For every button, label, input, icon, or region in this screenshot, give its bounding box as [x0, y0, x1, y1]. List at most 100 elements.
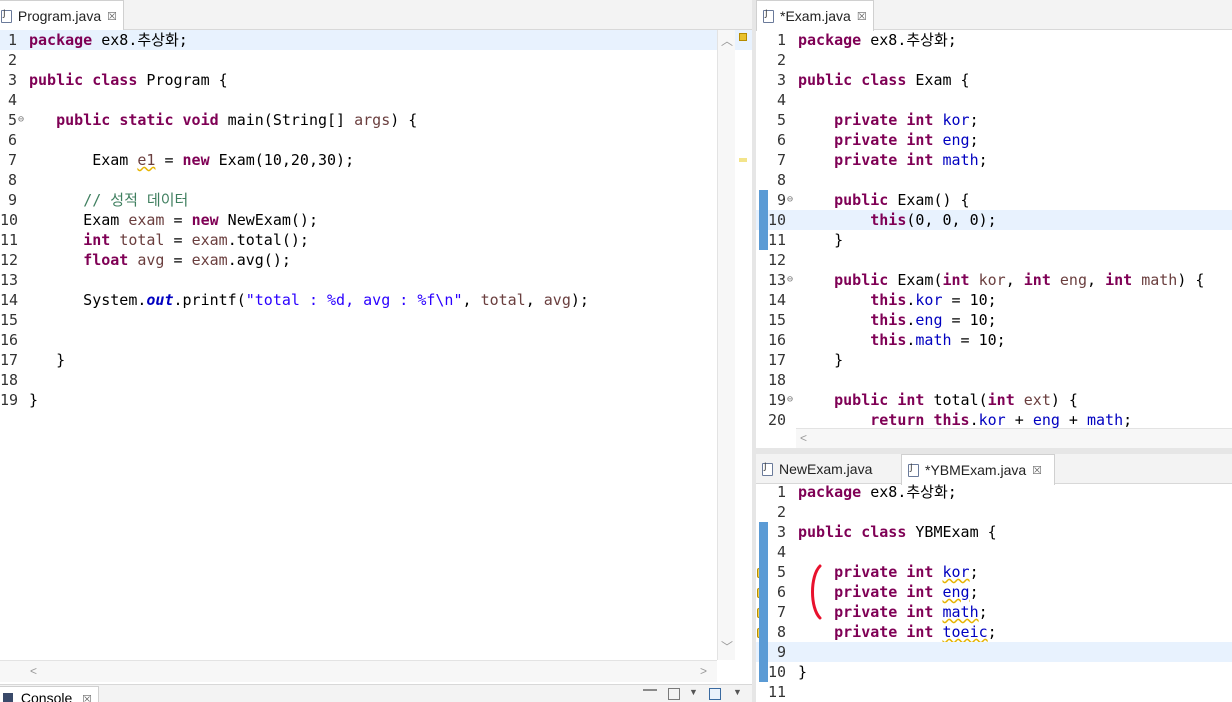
code-line[interactable]: 18 [756, 370, 1232, 390]
code-line[interactable]: 5 ⊖ public static void main(String[] args… [0, 110, 752, 130]
code-line[interactable]: 3 public class Exam { [756, 70, 1232, 90]
code-line[interactable]: 12 [756, 250, 1232, 270]
code-line[interactable]: 6 private int eng; [756, 130, 1232, 150]
chevron-down-icon[interactable]: ▼ [689, 687, 698, 697]
code-line[interactable]: 5 private int kor; [756, 110, 1232, 130]
code-token: avg [543, 291, 571, 309]
open-console-icon[interactable] [709, 688, 721, 700]
chevron-down-icon[interactable]: ▼ [733, 687, 742, 697]
overview-warning-marker[interactable] [739, 33, 747, 41]
code-token: int [1023, 271, 1051, 289]
code-line[interactable]: 3 public class Program { [0, 70, 752, 90]
line-number: 2 [776, 503, 786, 521]
tab-console[interactable]: Console ☒ [0, 686, 100, 702]
code-line[interactable]: 13 ⊖ public Exam(int kor, int eng, int ma… [756, 270, 1232, 290]
tab-exam-java[interactable]: *Exam.java ☒ [756, 0, 874, 31]
code-line[interactable]: 12 float avg = exam.avg(); [0, 250, 752, 270]
code-line[interactable]: 19} [0, 390, 752, 410]
code-line[interactable]: 9 // 성적 데이터 [0, 190, 752, 210]
fold-toggle-icon[interactable]: ⊖ [18, 110, 24, 130]
code-token: math [915, 331, 952, 349]
code-line[interactable]: 2 [756, 502, 1232, 522]
vertical-scrollbar[interactable]: ︿ ﹀ [717, 30, 735, 660]
code-line[interactable]: 11 [756, 682, 1232, 702]
fold-toggle-icon[interactable]: ⊖ [787, 270, 793, 290]
horizontal-scrollbar[interactable]: < [796, 428, 1232, 448]
code-token: } [29, 391, 39, 409]
code-line[interactable]: 4 [756, 542, 1232, 562]
code-line[interactable]: 16 this.math = 10; [756, 330, 1232, 350]
tab-newexam-java[interactable]: NewExam.java [756, 454, 898, 484]
code-line[interactable]: 4 [756, 90, 1232, 110]
display-selected-console-icon[interactable] [668, 688, 680, 700]
code-line[interactable]: 11 } [756, 230, 1232, 250]
code-line[interactable]: 15 this.eng = 10; [756, 310, 1232, 330]
fold-toggle-icon[interactable]: ⊖ [787, 390, 793, 410]
ybmexam-editor-pane: NewExam.java *YBMExam.java ☒ 1 package ex… [756, 454, 1232, 702]
code-line[interactable]: 17 } [0, 350, 752, 370]
code-line[interactable]: 6 [0, 130, 752, 150]
close-icon[interactable]: ☒ [857, 10, 867, 23]
code-line[interactable]: 10} [756, 662, 1232, 682]
code-line[interactable]: 9 ⊖ public Exam() { [756, 190, 1232, 210]
code-line[interactable]: 11 int total = exam.total(); [0, 230, 752, 250]
fold-toggle-icon[interactable]: ⊖ [787, 190, 793, 210]
code-token: ; [987, 623, 997, 641]
code-token: = [164, 251, 192, 269]
code-line[interactable]: 7 Exam e1 = new Exam(10,20,30); [0, 150, 752, 170]
code-line[interactable]: 7! private int math; [756, 602, 1232, 622]
code-line[interactable]: 8 [0, 170, 752, 190]
code-token: static [119, 111, 174, 129]
scroll-right-arrow-icon[interactable]: > [700, 664, 707, 678]
code-line[interactable]: 20 return this.kor + eng + math; [756, 410, 1232, 430]
overview-warning-mark[interactable] [739, 158, 747, 162]
code-line[interactable]: 16 [0, 330, 752, 350]
code-line[interactable]: 8 [756, 170, 1232, 190]
scroll-down-arrow-icon[interactable]: ﹀ [721, 638, 733, 655]
code-line[interactable]: 6! private int eng; [756, 582, 1232, 602]
line-number: 13 [0, 271, 19, 289]
console-icon [3, 693, 13, 702]
code-line[interactable]: 7 private int math; [756, 150, 1232, 170]
code-line[interactable]: 4 [0, 90, 752, 110]
code-token: ex8.추상화; [861, 31, 957, 49]
close-icon[interactable]: ☒ [82, 694, 92, 702]
code-line[interactable]: 10 Exam exam = new NewExam(); [0, 210, 752, 230]
code-line[interactable]: 1 package ex8.추상화; [0, 30, 752, 50]
close-icon[interactable]: ☒ [1032, 464, 1042, 477]
code-line[interactable]: 14 System.out.printf("total : %d, avg : … [0, 290, 752, 310]
code-line[interactable]: 8! private int toeic; [756, 622, 1232, 642]
code-token: private [834, 603, 898, 621]
code-line[interactable]: 1 package ex8.추상화; [756, 30, 1232, 50]
ybmexam-code-editor[interactable]: 1 package ex8.추상화; 2 3 public class YBMExam … [756, 482, 1232, 702]
code-line[interactable]: 2 [0, 50, 752, 70]
exam-code-editor[interactable]: 1 package ex8.추상화; 2 3 public class Exam {4 5… [756, 30, 1232, 430]
close-icon[interactable]: ☒ [107, 10, 117, 23]
code-line[interactable]: 17 } [756, 350, 1232, 370]
code-line[interactable]: 9 [756, 642, 1232, 662]
code-line[interactable]: 19 ⊖ public int total(int ext) { [756, 390, 1232, 410]
pin-console-icon[interactable] [643, 689, 657, 699]
code-line[interactable]: 2 [756, 50, 1232, 70]
line-number: 7 [776, 603, 786, 621]
scroll-up-arrow-icon[interactable]: ︿ [721, 32, 733, 49]
code-token: int [942, 271, 970, 289]
code-line[interactable]: 1 package ex8.추상화; [756, 482, 1232, 502]
code-line[interactable]: 13 [0, 270, 752, 290]
horizontal-scrollbar[interactable]: < > [0, 660, 717, 682]
program-code-editor[interactable]: 1 package ex8.추상화; 2 3 public class Program … [0, 30, 752, 660]
tab-program-java[interactable]: Program.java ☒ [0, 0, 124, 31]
code-line[interactable]: 3 public class YBMExam { [756, 522, 1232, 542]
scroll-left-arrow-icon[interactable]: < [30, 664, 37, 678]
tab-ybmexam-java[interactable]: *YBMExam.java ☒ [901, 454, 1055, 485]
code-line[interactable]: 15 [0, 310, 752, 330]
code-line[interactable]: 18 [0, 370, 752, 390]
code-line[interactable]: 5! private int kor; [756, 562, 1232, 582]
code-line[interactable]: 10 this(0, 0, 0); [756, 210, 1232, 230]
code-line[interactable]: 14 this.kor = 10; [756, 290, 1232, 310]
scroll-left-arrow-icon[interactable]: < [800, 431, 807, 445]
